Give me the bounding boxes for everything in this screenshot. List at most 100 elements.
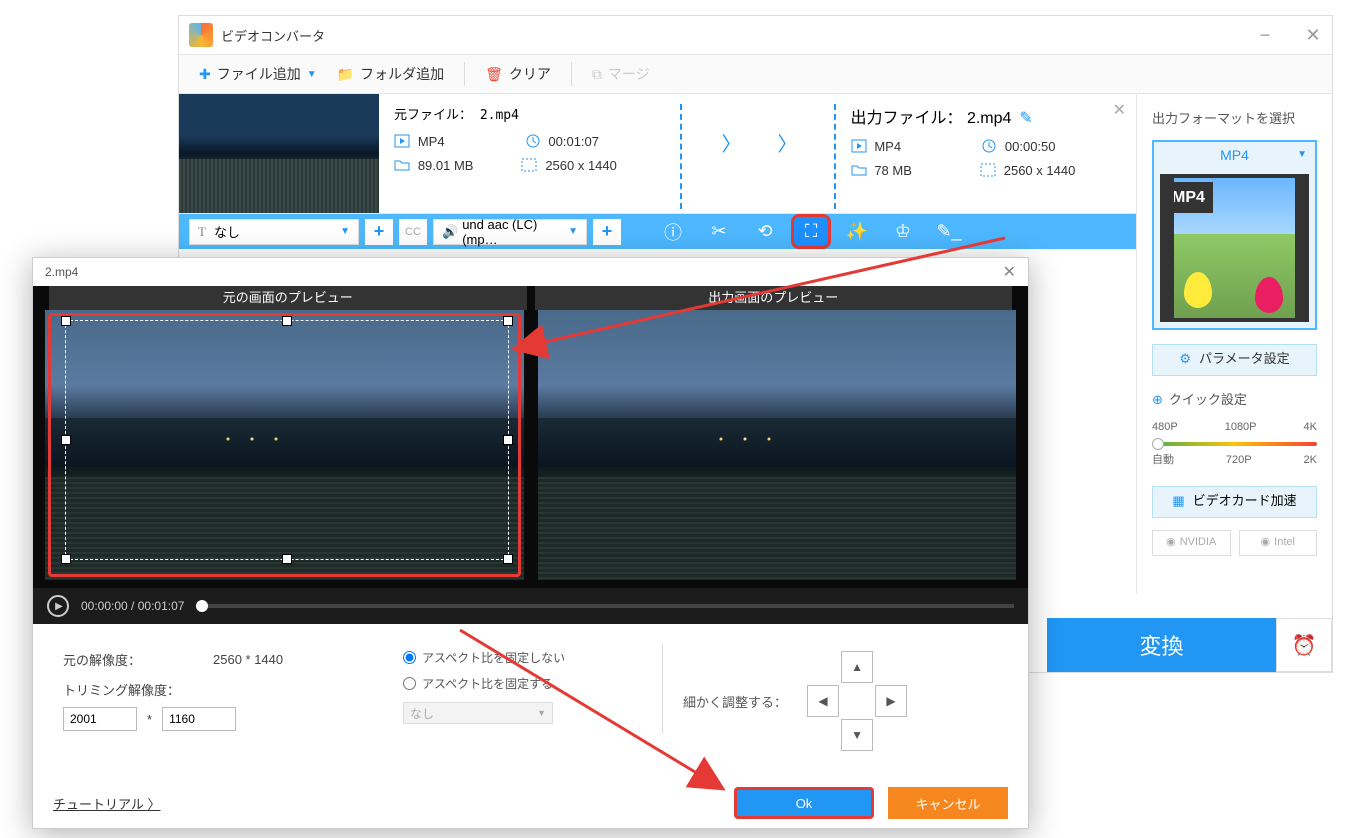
info-button[interactable]: ⓘ: [653, 214, 693, 249]
ok-button[interactable]: Ok: [734, 787, 874, 819]
crop-handle-tc[interactable]: [282, 316, 292, 326]
chevron-down-icon: ▼: [1297, 147, 1307, 163]
video-icon: [851, 139, 867, 153]
crop-rectangle[interactable]: [65, 320, 509, 560]
nudge-right-button[interactable]: ▶: [875, 685, 907, 717]
nvidia-icon: ◉: [1166, 534, 1176, 552]
edit-button[interactable]: ✎_: [929, 214, 969, 249]
schedule-button[interactable]: ⏰: [1276, 618, 1332, 672]
quality-slider[interactable]: [1152, 442, 1317, 446]
app-title: ビデオコンバータ: [221, 26, 325, 45]
caption-button[interactable]: CC: [399, 219, 427, 245]
seek-slider[interactable]: [196, 604, 1014, 608]
resolution-column: 元の解像度：2560 * 1440 トリミング解像度： *: [63, 644, 383, 758]
merge-label: マージ: [608, 64, 650, 84]
separator: [571, 62, 572, 86]
clear-label: クリア: [509, 64, 551, 84]
audio-select[interactable]: 🔊 und aac (LC) (mp… ▼: [433, 219, 587, 245]
cancel-button[interactable]: キャンセル: [888, 787, 1008, 819]
convert-button[interactable]: 変換: [1047, 618, 1276, 672]
pencil-icon[interactable]: ✎: [1019, 110, 1032, 127]
remove-file-button[interactable]: ✕: [1113, 100, 1126, 120]
aspect-free-radio[interactable]: アスペクト比を固定しない: [403, 644, 565, 670]
rotate-button[interactable]: ⟲: [745, 214, 785, 249]
file-thumbnail[interactable]: [179, 94, 379, 213]
quick-settings-title: クイック設定: [1152, 390, 1317, 411]
format-preview: MP4: [1160, 174, 1309, 322]
add-folder-label: フォルダ追加: [360, 64, 444, 84]
tutorial-link[interactable]: チュートリアル 〉: [53, 794, 160, 813]
nudge-left-button[interactable]: ◀: [807, 685, 839, 717]
settings-icon: ⚙: [1179, 349, 1191, 370]
crop-handle-ml[interactable]: [61, 435, 71, 445]
trash-icon: [485, 66, 503, 83]
merge-button[interactable]: マージ: [592, 64, 650, 84]
chip-icon: ▦: [1172, 491, 1184, 512]
intel-badge: ◉Intel: [1239, 530, 1318, 556]
playbar: 00:00:00 / 00:01:07: [33, 588, 1028, 624]
crop-handle-mr[interactable]: [503, 435, 513, 445]
crop-button[interactable]: ⛶: [791, 214, 831, 249]
source-meta: 元ファイル： 2.mp4 MP4 00:01:07 89.01 MB 2560 …: [394, 104, 665, 203]
crop-handle-tl[interactable]: [61, 316, 71, 326]
play-button[interactable]: [47, 595, 69, 617]
crop-height-input[interactable]: [162, 707, 236, 731]
cut-button[interactable]: ✂: [699, 214, 739, 249]
nvidia-badge: ◉NVIDIA: [1152, 530, 1231, 556]
close-button[interactable]: ✕: [1304, 26, 1322, 44]
meta-divider: 〉 〉: [665, 104, 851, 203]
gpu-accel-button[interactable]: ▦ ビデオカード加速: [1152, 486, 1317, 518]
trim-res-label: トリミング解像度：: [63, 680, 203, 699]
plus-icon: [199, 66, 211, 83]
format-selector[interactable]: MP4▼ MP4: [1152, 140, 1317, 330]
add-audio-button[interactable]: +: [593, 219, 621, 245]
nudge-up-button[interactable]: ▲: [841, 651, 873, 683]
time-total: 00:01:07: [138, 599, 185, 613]
add-subtitle-button[interactable]: +: [365, 219, 393, 245]
output-meta: 出力ファイル： 2.mp4✎ MP4 00:00:50 78 MB 2560 x…: [851, 104, 1122, 203]
clear-button[interactable]: クリア: [485, 64, 551, 84]
crop-previews: 元の画面のプレビュー 出力画面のプレビュー: [33, 286, 1028, 588]
video-icon: [394, 134, 410, 148]
chevron-down-icon[interactable]: ▼: [307, 69, 317, 80]
resolution-sep: *: [147, 712, 152, 727]
crop-handle-bl[interactable]: [61, 554, 71, 564]
effects-button[interactable]: ✨: [837, 214, 877, 249]
resolution-icon: [521, 158, 537, 172]
output-file-label: 出力ファイル： 2.mp4: [851, 110, 1012, 127]
window-controls: − ✕: [1256, 26, 1322, 44]
minimize-button[interactable]: −: [1256, 26, 1274, 44]
convert-bar: 変換 ⏰: [1047, 618, 1332, 672]
crop-handle-br[interactable]: [503, 554, 513, 564]
arrow-pad: ▲ ◀ ▶ ▼: [807, 651, 907, 751]
nudge-down-button[interactable]: ▼: [841, 719, 873, 751]
parameter-settings-button[interactable]: ⚙ パラメータ設定: [1152, 344, 1317, 376]
close-button[interactable]: ✕: [1003, 262, 1016, 282]
crop-filename: 2.mp4: [45, 265, 78, 279]
titlebar: ビデオコンバータ − ✕: [179, 16, 1332, 54]
quality-labels-bot: 自動720P2K: [1152, 448, 1317, 474]
fine-adjust-column: 細かく調整する： ▲ ◀▶ ▼: [683, 644, 998, 758]
subtitle-select[interactable]: T なし ▼: [189, 219, 359, 245]
add-file-button[interactable]: ファイル追加 ▼: [199, 64, 317, 84]
aspect-column: アスペクト比を固定しない アスペクト比を固定する なし▼: [403, 644, 663, 758]
crop-width-input[interactable]: [63, 707, 137, 731]
watermark-button[interactable]: ♔: [883, 214, 923, 249]
folder-icon: [337, 66, 354, 83]
add-file-label: ファイル追加: [217, 64, 301, 84]
quality-labels-top: 480P1080P4K: [1152, 415, 1317, 441]
source-preview-pane[interactable]: [45, 310, 524, 580]
sidebar-title: 出力フォーマットを選択: [1152, 109, 1317, 130]
crop-handle-bc[interactable]: [282, 554, 292, 564]
app-logo-icon: [189, 23, 213, 47]
crop-settings: 元の解像度：2560 * 1440 トリミング解像度： * アスペクト比を固定し…: [33, 624, 1028, 778]
aspect-lock-radio[interactable]: アスペクト比を固定する: [403, 670, 565, 696]
source-preview-label: 元の画面のプレビュー: [49, 286, 527, 310]
add-folder-button[interactable]: フォルダ追加: [337, 64, 444, 84]
crop-titlebar: 2.mp4 ✕: [33, 258, 1028, 286]
separator: [464, 62, 465, 86]
vendor-row: ◉NVIDIA ◉Intel: [1152, 530, 1317, 556]
sidebar: 出力フォーマットを選択 MP4▼ MP4 ⚙ パラメータ設定 クイック設定 48…: [1137, 94, 1332, 594]
crop-handle-tr[interactable]: [503, 316, 513, 326]
source-file-label: 元ファイル： 2.mp4: [394, 104, 665, 123]
